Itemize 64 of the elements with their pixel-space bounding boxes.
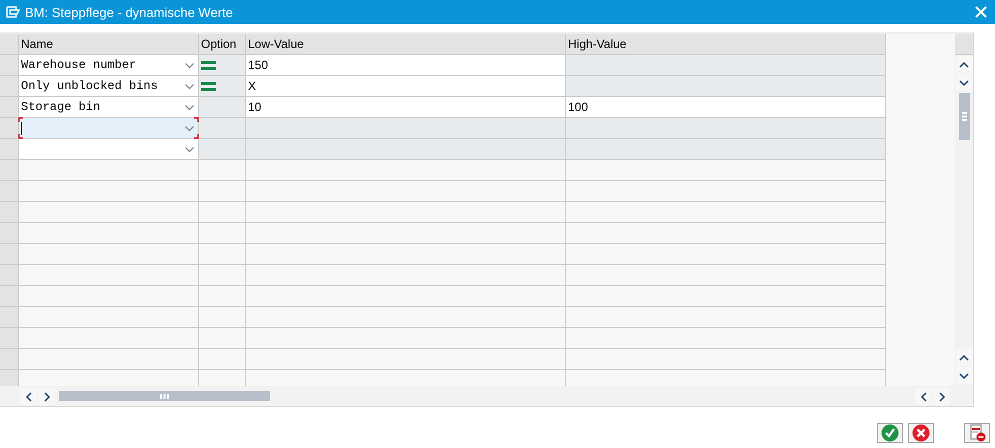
delete-row-button[interactable] (964, 423, 990, 443)
horizontal-scroll-thumb[interactable] (59, 391, 270, 401)
equals-icon (201, 60, 216, 70)
chevron-up-icon (959, 60, 969, 70)
window-title: BM: Steppflege - dynamische Werte (25, 4, 234, 20)
chevron-down-icon (959, 78, 969, 88)
select-all-cell[interactable] (0, 34, 19, 55)
row-selector[interactable] (0, 55, 19, 76)
low-value-field[interactable]: 150 (246, 55, 566, 76)
option-cell[interactable] (199, 55, 246, 76)
chevron-down-icon (959, 370, 969, 380)
row-selector[interactable] (0, 202, 19, 223)
scroll-left-button[interactable] (20, 388, 37, 405)
name-field[interactable]: Storage bin (19, 97, 199, 118)
column-header[interactable]: Name (19, 34, 199, 55)
column-header[interactable]: High-Value (566, 34, 886, 55)
name-field[interactable]: Warehouse number (19, 55, 199, 76)
dropdown-icon[interactable] (185, 63, 194, 69)
row-selector[interactable] (0, 244, 19, 265)
window-icon (6, 6, 20, 18)
scroll-down-button[interactable] (956, 367, 972, 384)
scroll-up-button[interactable] (956, 56, 972, 73)
option-cell[interactable] (199, 97, 246, 118)
chevron-left-icon (24, 392, 34, 402)
row-selector[interactable] (0, 139, 19, 160)
low-value-field[interactable]: 10 (246, 97, 566, 118)
dropdown-icon[interactable] (185, 84, 194, 90)
option-cell[interactable] (199, 76, 246, 97)
chevron-left-icon (918, 392, 928, 402)
chevron-right-icon (936, 392, 946, 402)
scroll-left-button[interactable] (915, 388, 932, 405)
row-selector[interactable] (0, 265, 19, 286)
dropdown-icon[interactable] (185, 105, 194, 111)
option-cell[interactable] (199, 118, 246, 139)
scroll-right-button[interactable] (38, 388, 55, 405)
scroll-down-button[interactable] (956, 74, 972, 91)
row-selector[interactable] (0, 160, 19, 181)
equals-icon (201, 82, 216, 90)
name-field[interactable] (19, 118, 199, 139)
column-header[interactable]: Low-Value (246, 34, 566, 55)
option-cell[interactable] (199, 139, 246, 160)
chevron-up-icon (959, 352, 969, 362)
scroll-up-button[interactable] (956, 349, 972, 366)
row-selector[interactable] (0, 181, 19, 202)
row-selector[interactable] (0, 118, 19, 139)
high-value-field[interactable]: 100 (566, 97, 886, 118)
vertical-scroll-thumb[interactable] (958, 93, 970, 140)
column-header[interactable]: Option (199, 34, 246, 55)
row-selector[interactable] (0, 286, 19, 307)
dropdown-icon[interactable] (185, 126, 194, 132)
row-selector[interactable] (0, 97, 19, 118)
row-selector[interactable] (0, 307, 19, 328)
row-selector[interactable] (0, 349, 19, 370)
row-selector[interactable] (0, 223, 19, 244)
row-selector[interactable] (0, 328, 19, 349)
scroll-right-button[interactable] (933, 388, 950, 405)
dropdown-icon[interactable] (185, 147, 194, 153)
close-icon[interactable] (973, 4, 989, 20)
name-field[interactable]: Only unblocked bins (19, 76, 199, 97)
confirm-button[interactable] (877, 423, 903, 443)
cancel-button[interactable] (908, 423, 934, 443)
row-selector[interactable] (0, 76, 19, 97)
low-value-field[interactable]: X (246, 76, 566, 97)
chevron-right-icon (42, 392, 52, 402)
